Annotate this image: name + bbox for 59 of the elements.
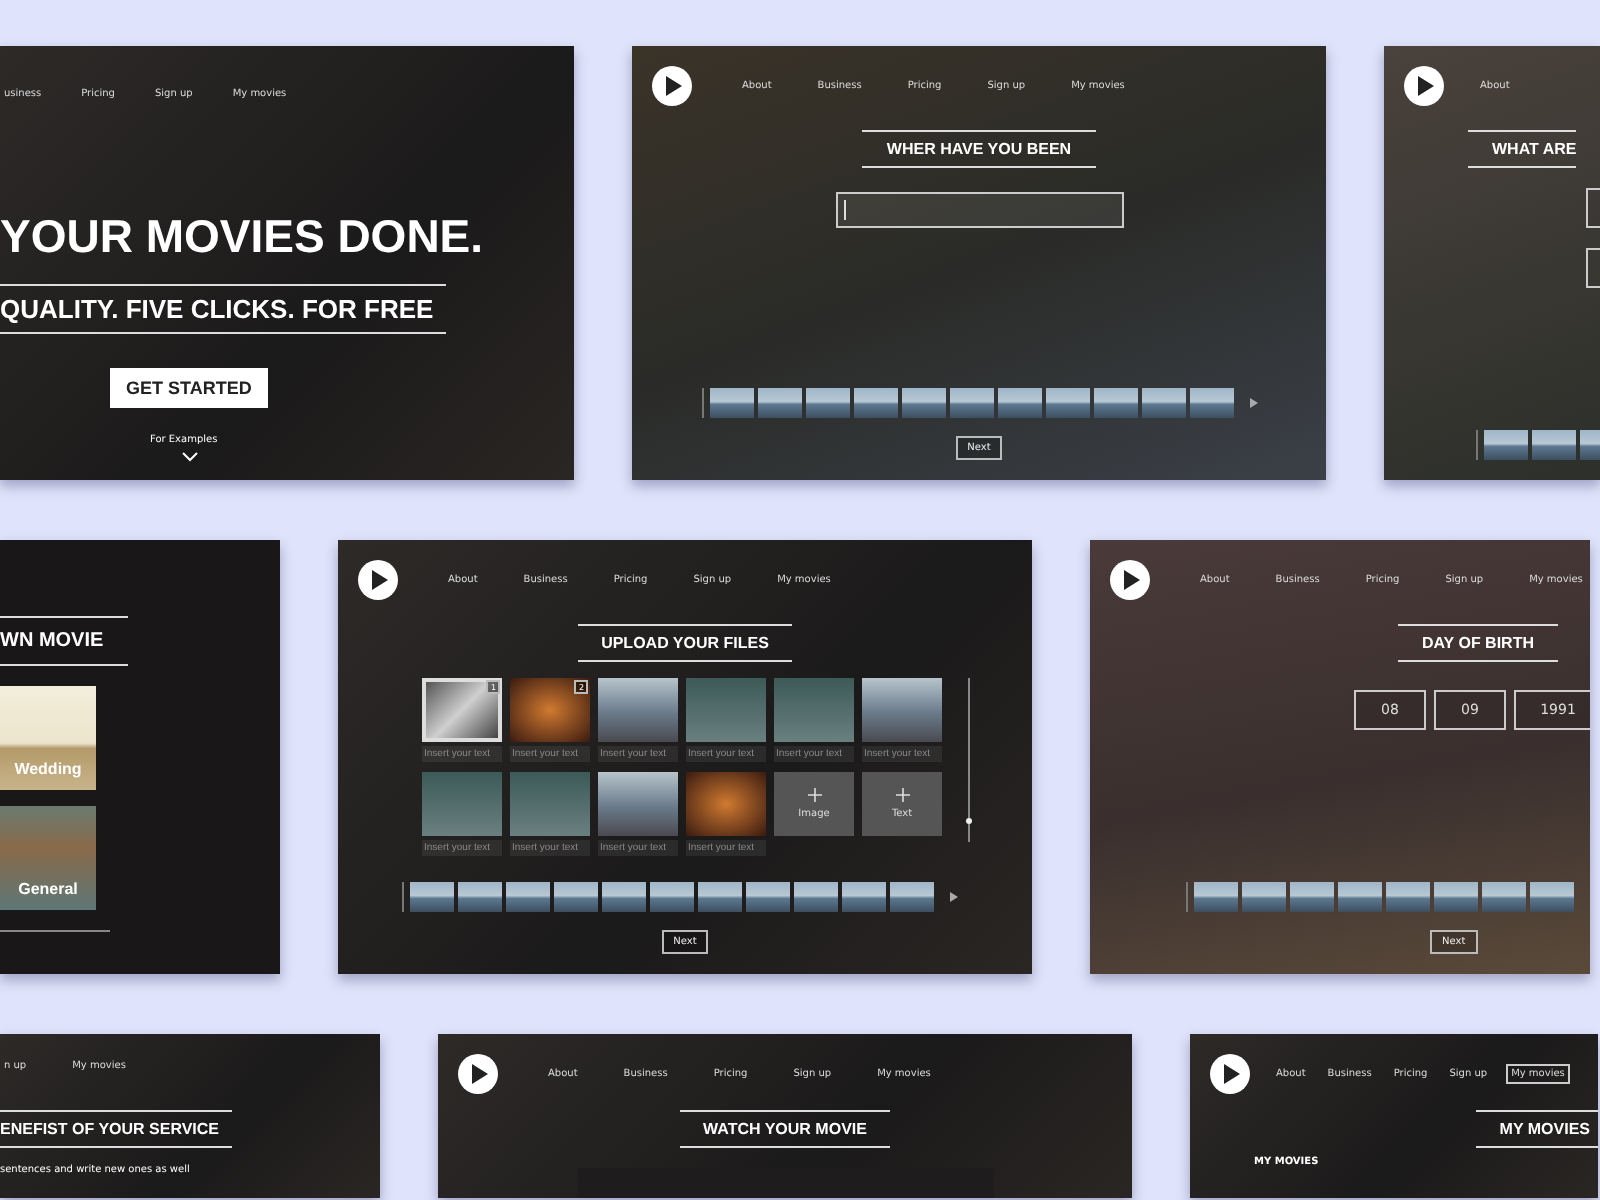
thumbnail-image[interactable] [757,388,801,418]
thumbnail-image[interactable] [745,882,789,912]
thumbnail-image[interactable] [1530,882,1574,912]
photo-placeholder[interactable] [862,678,942,742]
thumbnail-image[interactable] [793,882,837,912]
get-started-button[interactable]: GET STARTED [110,368,268,408]
thumbnail-image[interactable] [1482,882,1526,912]
photo-placeholder[interactable] [598,678,678,742]
section-title: MY MOVIES [1475,1110,1598,1148]
thumbnail-image[interactable] [1532,430,1576,460]
thumbnail-image[interactable] [805,388,849,418]
thumbnail-image[interactable] [409,882,453,912]
arrow-right-icon [1249,398,1257,408]
section-title: WN MOVIE [0,616,128,666]
section-title: DAY OF BIRTH [1397,624,1558,662]
subheadline: QUALITY. FIVE CLICKS. FOR FREE [0,284,446,334]
photo-placeholder[interactable] [598,772,678,836]
thumbnail-image[interactable] [889,882,933,912]
thumbnail-image[interactable] [457,882,501,912]
thumbnail-image[interactable] [1141,388,1185,418]
headline: YOUR MOVIES DONE. [0,210,484,264]
text-input-field[interactable] [835,192,1123,228]
thumbnail-image[interactable] [997,388,1041,418]
thumbnail-image[interactable] [853,388,897,418]
thumbnail-image[interactable] [1484,430,1528,460]
thumbnail-image[interactable] [1189,388,1233,418]
section-title: UPLOAD YOUR FILES [577,624,793,662]
thumbnail-image[interactable] [553,882,597,912]
arrow-right-icon [949,892,957,902]
thumbnail-image[interactable] [1338,882,1382,912]
thumbnail-image[interactable] [1093,388,1137,418]
thumbnail-image[interactable] [1045,388,1089,418]
photo-placeholder[interactable] [422,678,502,742]
thumbnail-image[interactable] [1194,882,1238,912]
section-title: WATCH YOUR MOVIE [679,1110,891,1148]
plus-icon [895,788,909,802]
thumbnail-image[interactable] [505,882,549,912]
thumbnail-image[interactable] [1242,882,1286,912]
thumbnail-image[interactable] [649,882,693,912]
thumbnail-image[interactable] [1290,882,1334,912]
text-input-field[interactable] [1586,248,1600,288]
scrollbar[interactable] [966,678,972,842]
text-input-field[interactable] [1586,188,1600,228]
occasion-option[interactable]: General [0,806,96,910]
section-title: WHER HAVE YOU BEEN [862,130,1096,168]
chevron-down-icon [182,452,198,462]
photo-placeholder[interactable] [686,772,766,836]
thumbnail-image[interactable] [949,388,993,418]
thumbnail-image[interactable] [901,388,945,418]
plus-icon [807,788,821,802]
photo-placeholder[interactable] [510,678,590,742]
thumbnail-image[interactable] [601,882,645,912]
thumbnail-image[interactable] [1434,882,1478,912]
thumbnail-image[interactable] [841,882,885,912]
section-title: ENEFIST OF YOUR SERVICE [0,1110,232,1148]
thumbnail-image[interactable] [709,388,753,418]
thumbnail-image[interactable] [1386,882,1430,912]
thumbnail-image[interactable] [697,882,741,912]
section-title: WHAT ARE [1468,130,1577,168]
